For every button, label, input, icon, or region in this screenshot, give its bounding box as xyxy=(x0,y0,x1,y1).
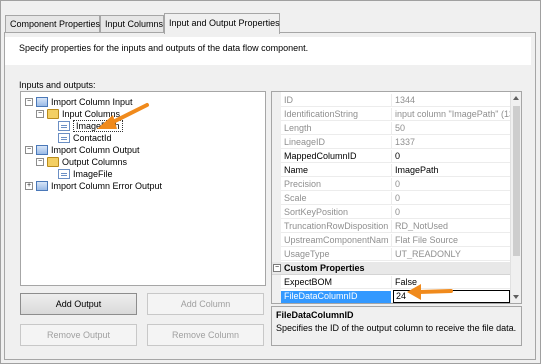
remove-column-button[interactable]: Remove Column xyxy=(147,324,264,346)
input-icon xyxy=(36,97,48,107)
collapse-toggle[interactable]: − xyxy=(36,158,44,166)
property-row-identificationstring[interactable]: IdentificationString input column "Image… xyxy=(281,108,512,121)
remove-output-button[interactable]: Remove Output xyxy=(20,324,137,346)
property-row-usagetype[interactable]: UsageType UT_READONLY xyxy=(281,248,512,261)
property-grid[interactable]: ID 1344 IdentificationString input colum… xyxy=(271,91,522,304)
property-row-truncationrowdisposition[interactable]: TruncationRowDisposition RD_NotUsed xyxy=(281,220,512,233)
column-divider xyxy=(391,136,392,148)
scroll-thumb[interactable] xyxy=(513,106,520,256)
annotation-arrow-icon xyxy=(97,103,149,129)
tab-component-properties[interactable]: Component Properties xyxy=(5,15,100,33)
category-label: Custom Properties xyxy=(284,263,365,273)
tree-item-import-column-output[interactable]: − Import Column Output xyxy=(25,144,140,156)
property-name: Precision xyxy=(284,179,322,189)
tree-item-label: ImageFile xyxy=(73,169,113,179)
property-value: 1337 xyxy=(395,137,416,147)
tree-item-label: Output Columns xyxy=(62,157,128,167)
property-row-upstreamcomponentname[interactable]: UpstreamComponentName Flat File Source xyxy=(281,234,512,247)
property-row-sortkeyposition[interactable]: SortKeyPosition 0 xyxy=(281,206,512,219)
property-name: Length xyxy=(284,123,312,133)
property-name: Scale xyxy=(284,193,307,203)
property-value[interactable]: 0 xyxy=(395,151,512,161)
folder-icon xyxy=(47,157,59,167)
tab-input-columns[interactable]: Input Columns xyxy=(100,15,164,33)
tree-item-import-column-error-output[interactable]: + Import Column Error Output xyxy=(25,180,162,192)
annotation-arrow-icon xyxy=(407,284,453,300)
property-name: UpstreamComponentName xyxy=(284,235,388,245)
error-output-icon xyxy=(36,181,48,191)
property-row-lineageid[interactable]: LineageID 1337 xyxy=(281,136,512,149)
column-icon xyxy=(58,133,70,143)
collapse-toggle[interactable]: − xyxy=(273,264,281,272)
column-divider xyxy=(391,206,392,218)
property-value: 50 xyxy=(395,123,406,133)
property-value: 1344 xyxy=(395,95,416,105)
tree-item-label: Import Column Error Output xyxy=(51,181,163,191)
property-name: MappedColumnID xyxy=(284,151,357,161)
property-value[interactable]: ImagePath xyxy=(395,165,512,175)
scroll-down-icon[interactable] xyxy=(513,295,519,299)
column-divider xyxy=(391,150,392,162)
column-divider xyxy=(391,164,392,176)
property-row-id[interactable]: ID 1344 xyxy=(281,94,512,107)
property-name: TruncationRowDisposition xyxy=(284,221,388,231)
dialog-frame: Component Properties Input Columns Input… xyxy=(0,0,541,364)
expand-toggle[interactable]: + xyxy=(25,182,33,190)
column-divider xyxy=(391,248,392,260)
column-divider xyxy=(391,108,392,120)
property-row-precision[interactable]: Precision 0 xyxy=(281,178,512,191)
property-value: RD_NotUsed xyxy=(395,221,449,231)
collapse-toggle[interactable]: − xyxy=(25,98,33,106)
tree-item-label: Import Column Output xyxy=(51,145,140,155)
column-icon xyxy=(58,121,70,131)
tab-input-and-output-properties[interactable]: Input and Output Properties xyxy=(164,13,280,34)
help-title: FileDataColumnID xyxy=(276,310,354,320)
property-value: Flat File Source xyxy=(395,235,459,245)
property-row-filedatacolumnid[interactable]: FileDataColumnID 24 xyxy=(281,290,512,303)
property-grid-scrollbar[interactable] xyxy=(510,92,521,303)
property-value: 0 xyxy=(395,193,401,203)
property-row-length[interactable]: Length 50 xyxy=(281,122,512,135)
tree-item-label: ContactId xyxy=(73,133,112,143)
property-name: SortKeyPosition xyxy=(284,207,349,217)
scroll-up-icon[interactable] xyxy=(513,96,519,100)
tree-item-output-columns[interactable]: − Output Columns xyxy=(36,156,127,168)
add-output-button[interactable]: Add Output xyxy=(20,293,137,315)
column-divider xyxy=(391,178,392,190)
property-name: Name xyxy=(284,165,309,175)
property-name: IdentificationString xyxy=(284,109,359,119)
folder-icon xyxy=(47,109,59,119)
page-description: Specify properties for the inputs and ou… xyxy=(19,43,309,53)
column-divider xyxy=(391,122,392,134)
tree-item-contactid[interactable]: ContactId xyxy=(58,132,112,144)
column-divider xyxy=(391,276,392,288)
property-value: input column "ImagePath" (134 xyxy=(395,109,512,119)
tree-item-imagefile[interactable]: ImageFile xyxy=(58,168,113,180)
output-icon xyxy=(36,145,48,155)
property-value: UT_READONLY xyxy=(395,249,461,259)
property-row-mappedcolumnid[interactable]: MappedColumnID 0 xyxy=(281,150,512,163)
category-custom-properties[interactable]: − Custom Properties xyxy=(272,262,512,275)
property-row-expectbom[interactable]: ExpectBOM False xyxy=(281,276,512,289)
property-name: LineageID xyxy=(284,137,326,147)
property-value: 0 xyxy=(395,179,401,189)
property-help-panel: FileDataColumnID Specifies the ID of the… xyxy=(271,306,522,346)
collapse-toggle[interactable]: − xyxy=(36,110,44,118)
property-name: ID xyxy=(284,95,293,105)
column-divider xyxy=(391,192,392,204)
column-icon xyxy=(58,169,70,179)
property-name: FileDataColumnID xyxy=(281,291,391,303)
property-name: ExpectBOM xyxy=(284,277,333,287)
collapse-toggle[interactable]: − xyxy=(25,146,33,154)
inputs-outputs-label: Inputs and outputs: xyxy=(19,80,96,90)
property-row-scale[interactable]: Scale 0 xyxy=(281,192,512,205)
property-value: 0 xyxy=(395,207,401,217)
property-row-name[interactable]: Name ImagePath xyxy=(281,164,512,177)
column-divider xyxy=(391,94,392,106)
help-description: Specifies the ID of the output column to… xyxy=(276,323,517,333)
add-column-button[interactable]: Add Column xyxy=(147,293,264,315)
column-divider xyxy=(391,234,392,246)
column-divider xyxy=(391,220,392,232)
property-name: UsageType xyxy=(284,249,330,259)
